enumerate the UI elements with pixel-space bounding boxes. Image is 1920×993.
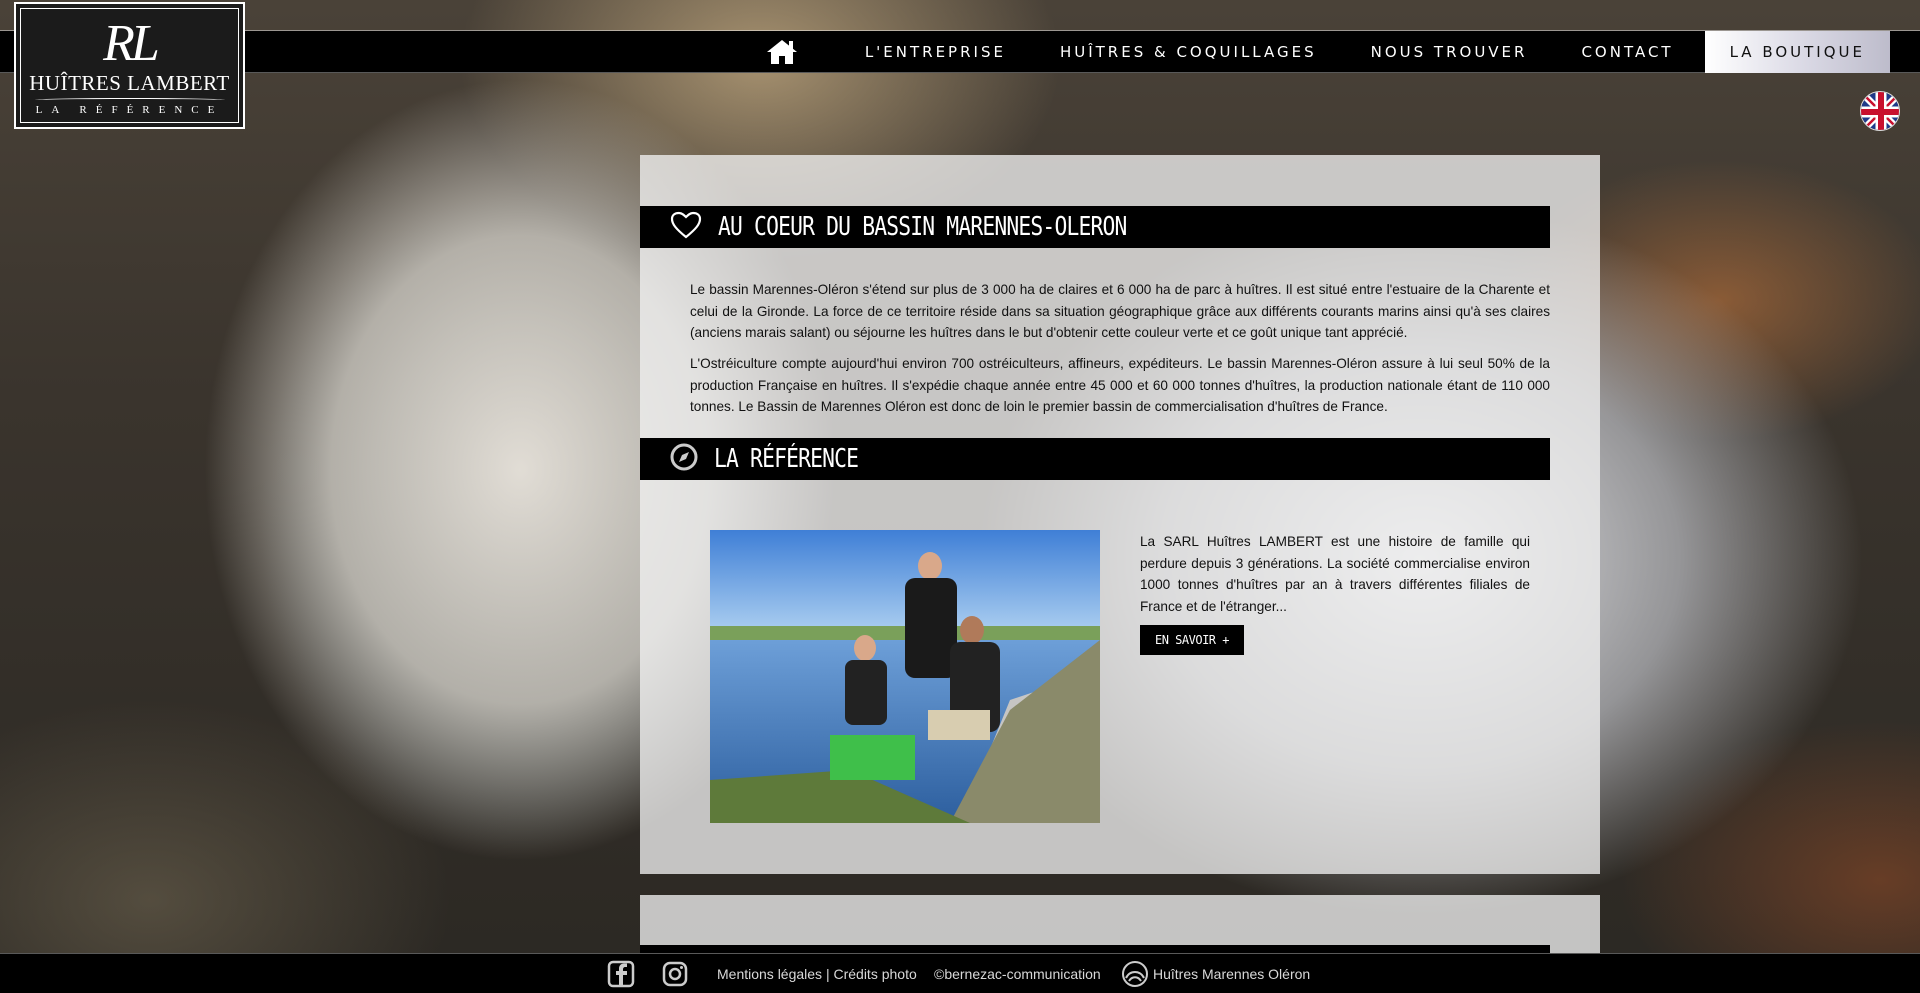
section-title-reference: LA RÉFÉRENCE — [714, 444, 859, 474]
logo-tagline: LA RÉFÉRENCE — [35, 104, 224, 116]
logo-frame: RL HUÎTRES LAMBERT LA RÉFÉRENCE — [20, 8, 239, 123]
section-header-reference: LA RÉFÉRENCE — [640, 438, 1550, 480]
team-photo — [710, 530, 1100, 823]
compass-icon — [670, 443, 698, 476]
legal-links[interactable]: Mentions légales | Crédits photo — [717, 966, 917, 982]
footer: Mentions légales | Crédits photo ©bernez… — [0, 953, 1920, 993]
nav-item-nous-trouver[interactable]: NOUS TROUVER — [1344, 31, 1555, 73]
agency-credit[interactable]: ©bernezac-communication — [934, 966, 1101, 982]
reference-text: La SARL Huîtres LAMBERT est une histoire… — [1140, 534, 1530, 614]
content-panel: AU COEUR DU BASSIN MARENNES-OLERON Le ba… — [640, 155, 1600, 874]
nav-item-contact[interactable]: CONTACT — [1554, 31, 1700, 73]
logo-monogram: RL — [103, 15, 160, 72]
nav-item-entreprise[interactable]: L'ENTREPRISE — [838, 31, 1033, 73]
facebook-icon[interactable] — [607, 960, 635, 988]
section-header-bassin: AU COEUR DU BASSIN MARENNES-OLERON — [640, 206, 1550, 248]
oyster-logo-icon — [1121, 960, 1149, 988]
english-flag-icon[interactable] — [1860, 91, 1900, 131]
nav-item-la-boutique[interactable]: LA BOUTIQUE — [1704, 31, 1890, 73]
main-nav: L'ENTREPRISE HUÎTRES & COQUILLAGES NOUS … — [760, 31, 1890, 73]
logo-name: HUÎTRES LAMBERT — [29, 71, 230, 95]
paragraph-bassin-1: Le bassin Marennes-Oléron s'étend sur pl… — [690, 282, 1550, 340]
nav-item-huitres-coquillages[interactable]: HUÎTRES & COQUILLAGES — [1033, 31, 1344, 73]
site-logo[interactable]: RL HUÎTRES LAMBERT LA RÉFÉRENCE — [14, 2, 245, 129]
section-title-bassin: AU COEUR DU BASSIN MARENNES-OLERON — [718, 212, 1127, 242]
instagram-icon[interactable] — [661, 960, 689, 988]
logo-swoosh — [34, 98, 225, 102]
heart-icon — [670, 211, 702, 244]
partner-link[interactable]: Huîtres Marennes Oléron — [1153, 966, 1310, 982]
paragraph-bassin-2: L'Ostréiculture compte aujourd'hui envir… — [690, 356, 1550, 414]
en-savoir-plus-button[interactable]: EN SAVOIR + — [1140, 625, 1244, 655]
home-icon[interactable] — [760, 31, 804, 73]
